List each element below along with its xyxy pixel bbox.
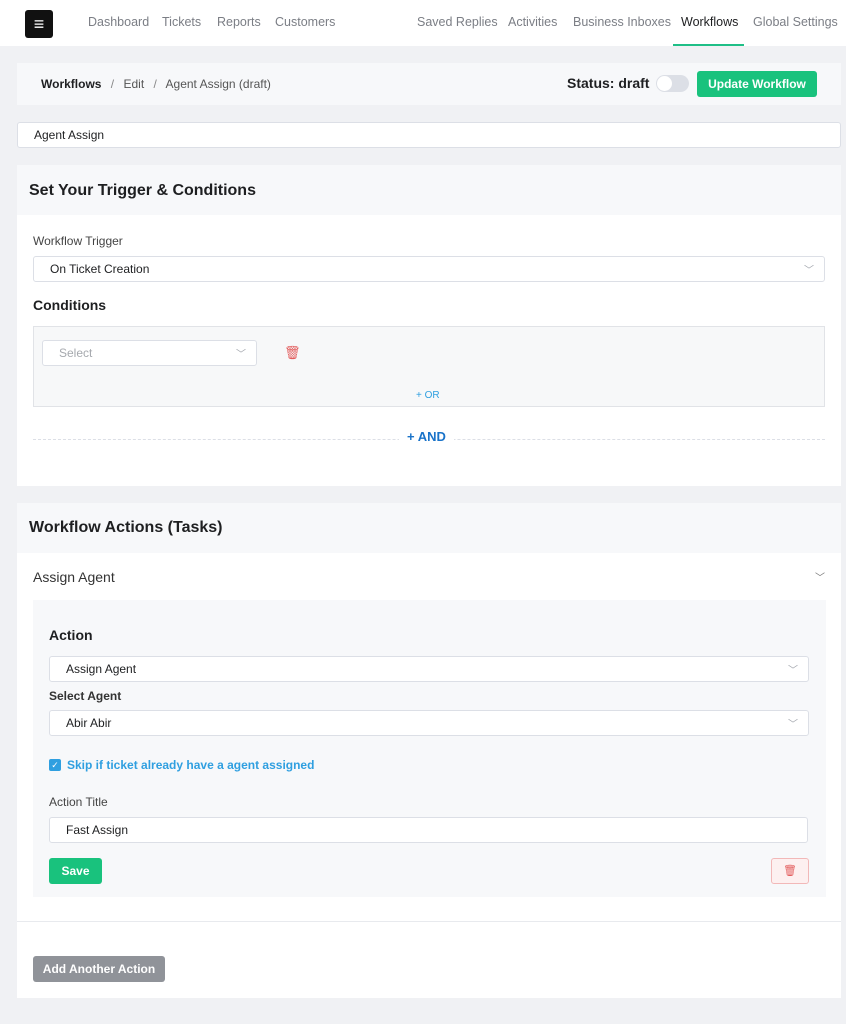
- actions-header: Workflow Actions (Tasks): [17, 503, 841, 553]
- trigger-header: Set Your Trigger & Conditions: [17, 165, 841, 215]
- action-select[interactable]: Assign Agent ﹀: [49, 656, 809, 682]
- status-toggle[interactable]: [656, 75, 689, 92]
- action-label: Action: [49, 627, 93, 643]
- agent-label: Select Agent: [49, 689, 122, 703]
- skip-label[interactable]: Skip if ticket already have a agent assi…: [67, 758, 314, 772]
- task-panel: Action Assign Agent ﹀ Select Agent Abir A…: [33, 600, 826, 897]
- breadcrumb-edit[interactable]: Edit: [123, 77, 144, 91]
- actions-title: Workflow Actions (Tasks): [29, 519, 223, 536]
- chevron-down-icon[interactable]: ﹀: [815, 569, 825, 584]
- active-tab-underline: [673, 44, 744, 46]
- trigger-title: Set Your Trigger & Conditions: [29, 182, 256, 199]
- nav-activities[interactable]: Activities: [508, 15, 557, 29]
- breadcrumb-bar: Workflows / Edit / Agent Assign (draft) …: [17, 63, 841, 105]
- trigger-label: Workflow Trigger: [33, 234, 123, 248]
- nav-tickets[interactable]: Tickets: [162, 15, 201, 29]
- trigger-card: Set Your Trigger & Conditions Workflow T…: [17, 165, 841, 486]
- add-and-button[interactable]: + AND: [399, 429, 454, 444]
- top-nav: ≡ Dashboard Tickets Reports Customers Sa…: [0, 0, 846, 46]
- divider: [17, 921, 841, 922]
- delete-action-button[interactable]: 🗑: [771, 858, 809, 884]
- and-label: AND: [417, 429, 446, 444]
- workflow-name-input[interactable]: Agent Assign: [17, 122, 841, 148]
- conditions-label: Conditions: [33, 297, 107, 313]
- chevron-down-icon: ﹀: [804, 265, 814, 277]
- save-button[interactable]: Save: [49, 858, 102, 884]
- action-title-label: Action Title: [49, 795, 108, 809]
- nav-customers[interactable]: Customers: [275, 15, 335, 29]
- nav-global-settings[interactable]: Global Settings: [753, 15, 838, 29]
- trigger-value: On Ticket Creation: [50, 262, 150, 276]
- update-workflow-button[interactable]: Update Workflow: [697, 71, 817, 97]
- trash-icon: 🗑: [783, 865, 797, 877]
- breadcrumb-sep: /: [153, 77, 157, 91]
- or-label: OR: [424, 390, 440, 401]
- app-logo[interactable]: ≡: [25, 10, 53, 38]
- nav-dashboard[interactable]: Dashboard: [88, 15, 149, 29]
- skip-checkbox[interactable]: ✓: [49, 759, 61, 771]
- breadcrumb-sep: /: [110, 77, 115, 91]
- nav-business-inboxes[interactable]: Business Inboxes: [573, 15, 671, 29]
- agent-select[interactable]: Abir Abir ﹀: [49, 710, 809, 736]
- trigger-select[interactable]: On Ticket Creation ﹀: [33, 256, 825, 282]
- condition-select[interactable]: Select ﹀: [42, 340, 257, 366]
- condition-placeholder: Select: [59, 346, 93, 360]
- breadcrumb-current: Agent Assign (draft): [165, 77, 271, 91]
- task-title[interactable]: Assign Agent: [33, 569, 115, 585]
- breadcrumb: Workflows / Edit / Agent Assign (draft): [41, 77, 271, 91]
- status-label: Status: draft: [567, 75, 650, 91]
- chevron-down-icon: ﹀: [788, 665, 798, 677]
- actions-card: Workflow Actions (Tasks) Assign Agent ﹀ …: [17, 503, 841, 998]
- action-title-input[interactable]: Fast Assign: [49, 817, 808, 843]
- nav-saved-replies[interactable]: Saved Replies: [417, 15, 498, 29]
- chevron-down-icon: ﹀: [236, 349, 246, 361]
- add-another-action-button[interactable]: Add Another Action: [33, 956, 165, 982]
- nav-reports[interactable]: Reports: [217, 15, 261, 29]
- add-or-button[interactable]: + OR: [416, 390, 440, 401]
- agent-value: Abir Abir: [66, 716, 112, 730]
- breadcrumb-workflows[interactable]: Workflows: [41, 77, 101, 91]
- condition-group: Select ﹀ 🗑 + OR: [33, 326, 825, 407]
- trash-icon[interactable]: 🗑: [284, 345, 301, 361]
- chevron-down-icon: ﹀: [788, 719, 798, 731]
- nav-workflows[interactable]: Workflows: [681, 15, 738, 29]
- action-value: Assign Agent: [66, 662, 137, 676]
